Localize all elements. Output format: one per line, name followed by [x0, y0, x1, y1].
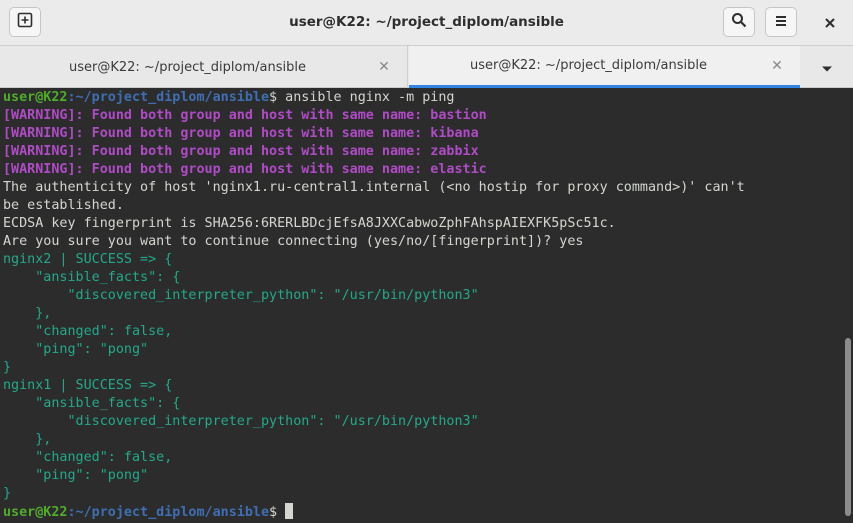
result-line: } [3, 360, 12, 375]
close-icon [824, 14, 836, 33]
tab-1[interactable]: user@K22: ~/project_diplom/ansible ✕ [0, 46, 408, 88]
tab-bar: user@K22: ~/project_diplom/ansible ✕ use… [0, 46, 853, 88]
info-line: The authenticity of host 'nginx1.ru-cent… [3, 180, 745, 195]
result-line: nginx2 | SUCCESS => { [3, 252, 173, 267]
result-line: "ansible_facts": { [3, 396, 181, 411]
tab-close-icon[interactable]: ✕ [375, 59, 393, 75]
result-line: "ping": "pong" [3, 468, 149, 483]
terminal-window: user@K22: ~/project_diplom/ansible user@… [0, 0, 853, 523]
header-bar: user@K22: ~/project_diplom/ansible [0, 0, 853, 46]
result-line: }, [3, 306, 52, 321]
warning-line: [WARNING]: Found both group and host wit… [3, 162, 487, 177]
tab-list-dropdown-button[interactable] [801, 46, 853, 88]
result-line: nginx1 | SUCCESS => { [3, 378, 173, 393]
warning-line: [WARNING]: Found both group and host wit… [3, 144, 479, 159]
search-button[interactable] [723, 7, 755, 37]
search-icon [731, 12, 747, 32]
prompt-dollar: $ [269, 505, 278, 520]
hamburger-menu-icon [774, 13, 788, 32]
result-line: "ansible_facts": { [3, 270, 181, 285]
warning-line: [WARNING]: Found both group and host wit… [3, 126, 479, 141]
prompt-line: user@K22:~/project_diplom/ansible$ [3, 503, 853, 521]
prompt-path: :~/project_diplom/ansible [67, 505, 270, 520]
warning-line: [WARNING]: Found both group and host wit… [3, 108, 487, 123]
result-line: "ping": "pong" [3, 342, 149, 357]
tab-label: user@K22: ~/project_diplom/ansible [469, 58, 707, 73]
terminal-output[interactable]: user@K22:~/project_diplom/ansible$ ansib… [0, 88, 853, 523]
result-line: "changed": false, [3, 324, 173, 339]
result-line: "discovered_interpreter_python": "/usr/b… [3, 414, 479, 429]
result-line: "discovered_interpreter_python": "/usr/b… [3, 288, 479, 303]
result-line: }, [3, 432, 52, 447]
command-text: ansible nginx -m ping [277, 90, 455, 105]
tab-label: user@K22: ~/project_diplom/ansible [68, 59, 306, 75]
prompt-path: :~/project_diplom/ansible [67, 90, 270, 105]
close-window-button[interactable] [819, 12, 841, 34]
info-line: be established. [3, 198, 124, 213]
info-line: ECDSA key fingerprint is SHA256:6RERLBDc… [3, 216, 616, 231]
prompt-dollar: $ [269, 90, 278, 105]
chevron-down-icon [821, 58, 833, 77]
prompt-user: user@K22 [3, 505, 68, 520]
info-line: Are you sure you want to continue connec… [3, 234, 584, 249]
command-line: user@K22:~/project_diplom/ansible$ ansib… [3, 89, 853, 107]
result-line: "changed": false, [3, 450, 173, 465]
text-cursor [285, 503, 294, 519]
scrollbar-thumb[interactable] [845, 338, 851, 516]
tab-close-icon[interactable]: ✕ [768, 58, 786, 74]
prompt-user: user@K22 [3, 90, 68, 105]
tab-2-active[interactable]: user@K22: ~/project_diplom/ansible ✕ [409, 46, 800, 88]
menu-button[interactable] [765, 7, 797, 37]
result-line: } [3, 486, 12, 501]
